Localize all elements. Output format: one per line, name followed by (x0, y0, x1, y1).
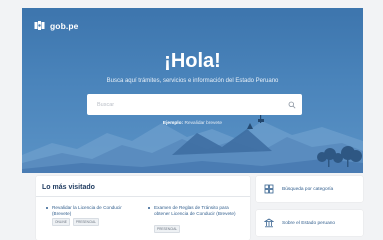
bullet-icon (148, 207, 150, 209)
hero-banner: gob.pe ¡Hola! Busca aquí trámites, servi… (22, 8, 363, 173)
grid-icon (264, 184, 274, 194)
side-link-label: Búsqueda por categoría (282, 186, 334, 192)
tag-list: PRESENCIAL (154, 225, 181, 233)
example-link[interactable]: Revalidar brevete (185, 121, 223, 126)
tag-badge: PRESENCIAL (154, 225, 181, 233)
divider (36, 196, 250, 197)
peru-shield-icon (34, 21, 45, 30)
page-frame: gob.pe ¡Hola! Busca aquí trámites, servi… (22, 8, 363, 240)
search-bar (87, 94, 302, 115)
tag-badge: ONLINE (52, 218, 70, 226)
logo-text: gob.pe (50, 20, 79, 31)
about-state-link[interactable]: Sobre el Estado peruano (256, 210, 363, 236)
example-prefix: Ejemplo: (162, 121, 184, 126)
bullet-icon (46, 207, 48, 209)
tag-list: ONLINE PRESENCIAL (52, 218, 100, 226)
search-input[interactable] (97, 101, 288, 108)
search-example: Ejemplo: Revalidar brevete (22, 121, 363, 126)
most-visited-title: Lo más visitado (42, 184, 95, 191)
building-icon (264, 218, 274, 228)
most-visited-item-title[interactable]: Examen de Reglas de Tránsito para obtene… (154, 205, 244, 218)
tag-badge: PRESENCIAL (72, 218, 100, 226)
most-visited-card: Lo más visitado Revalidar la Licencia de… (36, 176, 250, 240)
gobpe-logo[interactable]: gob.pe (34, 20, 78, 31)
hero-tagline: Busca aquí trámites, servicios e informa… (106, 78, 279, 84)
hero-greeting: ¡Hola! (164, 50, 221, 72)
category-search-link[interactable]: Búsqueda por categoría (256, 176, 363, 202)
most-visited-item-title[interactable]: Revalidar la Licencia de Conducir (Breve… (52, 205, 142, 218)
side-link-label: Sobre el Estado peruano (282, 220, 336, 226)
search-icon[interactable] (288, 101, 296, 109)
